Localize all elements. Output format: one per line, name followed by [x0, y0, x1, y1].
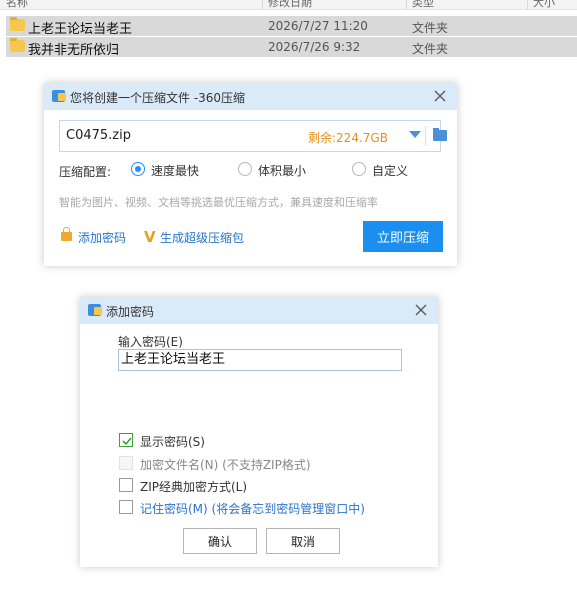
compress-dialog-title: 您将创建一个压缩文件 -360压缩 [70, 91, 246, 105]
compress-dialog-titlebar[interactable]: 您将创建一个压缩文件 -360压缩 [44, 83, 457, 110]
column-name[interactable]: 名称 [6, 0, 28, 10]
checkbox-box [119, 433, 133, 447]
checkbox-box [119, 478, 133, 492]
radio-circle [352, 162, 366, 176]
browse-folder-icon[interactable] [433, 128, 447, 141]
folder-icon [10, 17, 25, 31]
column-divider[interactable] [527, 0, 528, 9]
compress-dialog: 您将创建一个压缩文件 -360压缩 C0475.zip 剩余:224.7GB 压… [44, 83, 457, 266]
chevron-down-icon[interactable] [409, 131, 421, 138]
checkbox-box [119, 500, 133, 514]
super-compress-label: 生成超级压缩包 [160, 231, 245, 245]
column-header: 名称 修改日期 类型 大小 [0, 0, 577, 10]
archive-filename[interactable]: C0475.zip [66, 128, 131, 143]
radio-label: 体积最小 [258, 164, 307, 178]
close-icon[interactable] [412, 301, 430, 319]
checkbox-label: 记住密码(M) (将会备忘到密码管理窗口中) [140, 502, 365, 516]
password-dialog: 添加密码 输入密码(E) 上老王论坛当老王 显示密码(S) 加密文件名(N) (… [80, 297, 438, 567]
file-type: 文件夹 [412, 42, 449, 56]
lock-icon [61, 227, 72, 241]
file-row[interactable]: 我并非无所依归 2026/7/26 9:32 文件夹 [6, 37, 577, 58]
column-divider[interactable] [262, 0, 263, 9]
folder-icon [10, 38, 25, 52]
file-date: 2026/7/26 9:32 [268, 40, 361, 54]
radio-label: 自定义 [372, 164, 409, 178]
file-name: 上老王论坛当老王 [28, 22, 133, 37]
vip-v-icon: V [144, 228, 156, 246]
add-password-label: 添加密码 [78, 231, 127, 245]
checkbox-box [119, 456, 133, 470]
free-space-label: 剩余:224.7GB [308, 131, 388, 145]
compress-hint: 智能为图片、视频、文档等挑选最优压缩方式，兼具速度和压缩率 [59, 196, 378, 209]
checkbox-label: 显示密码(S) [140, 435, 205, 449]
ok-button[interactable]: 确认 [183, 528, 257, 554]
divider [425, 126, 426, 146]
column-type[interactable]: 类型 [412, 0, 434, 10]
checkbox-label: ZIP经典加密方式(L) [140, 480, 248, 494]
360zip-icon [52, 90, 66, 102]
password-dialog-titlebar[interactable]: 添加密码 [80, 297, 438, 324]
compress-level-label: 压缩配置: [59, 165, 112, 179]
radio-circle [131, 162, 145, 176]
password-dialog-title: 添加密码 [106, 305, 155, 319]
file-date: 2026/7/27 11:20 [268, 19, 368, 33]
compress-now-button[interactable]: 立即压缩 [363, 221, 443, 252]
password-input-label: 输入密码(E) [118, 335, 183, 349]
cancel-button[interactable]: 取消 [266, 528, 340, 554]
file-type: 文件夹 [412, 21, 449, 35]
column-date[interactable]: 修改日期 [268, 0, 312, 10]
password-input[interactable]: 上老王论坛当老王 [118, 349, 402, 371]
close-icon[interactable] [431, 87, 449, 105]
360zip-icon [88, 304, 102, 316]
radio-circle [238, 162, 252, 176]
checkbox-label: 加密文件名(N) (不支持ZIP格式) [140, 458, 311, 472]
column-size[interactable]: 大小 [533, 0, 555, 10]
file-name: 我并非无所依归 [28, 43, 120, 58]
archive-path-field[interactable]: C0475.zip 剩余:224.7GB [59, 120, 447, 152]
file-row[interactable]: 上老王论坛当老王 2026/7/27 11:20 文件夹 [6, 16, 577, 37]
radio-label: 速度最快 [151, 164, 200, 178]
file-list: 名称 修改日期 类型 大小 上老王论坛当老王 2026/7/27 11:20 文… [0, 0, 577, 58]
column-divider[interactable] [406, 0, 407, 9]
